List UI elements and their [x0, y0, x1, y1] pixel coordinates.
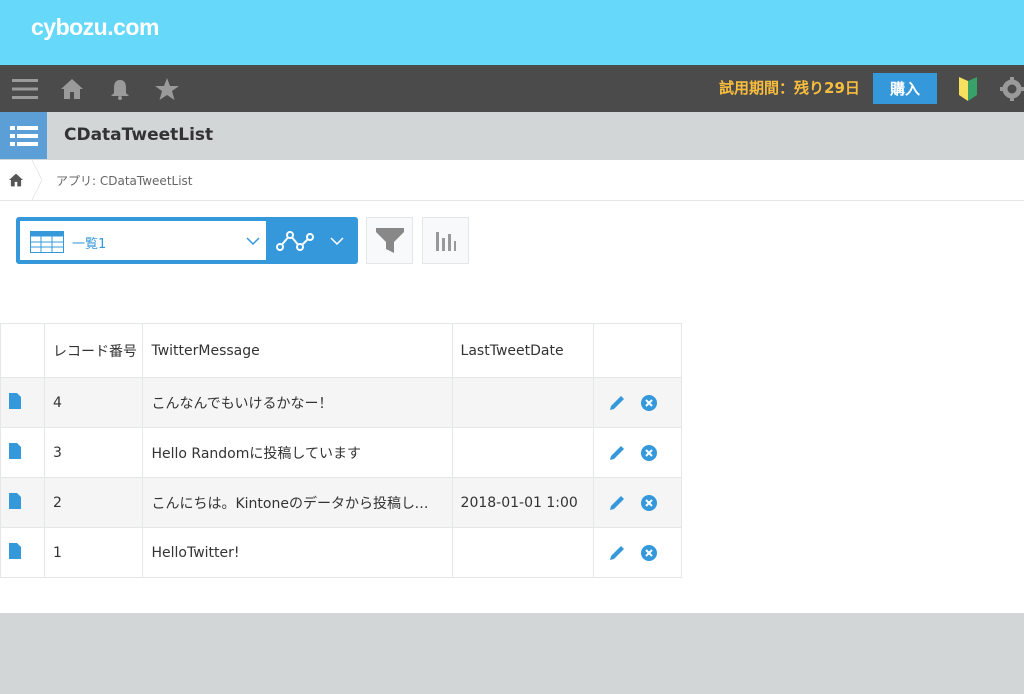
table-row: 4 こんなんでもいけるかなー！ — [0, 377, 683, 428]
message-cell: HelloTwitter! — [142, 527, 453, 578]
message-text: こんなんでもいけるかなー！ — [151, 395, 333, 412]
home-icon[interactable] — [8, 172, 26, 190]
view-selector[interactable]: 一覧1 — [16, 217, 266, 264]
delete-icon[interactable] — [640, 544, 658, 562]
breadcrumb-app-link[interactable]: アプリ: CDataTweetList — [56, 172, 193, 189]
star-icon[interactable] — [153, 65, 181, 112]
date-cell — [451, 527, 594, 578]
message-text: Hello Randomに投稿しています — [151, 445, 361, 462]
record-number-cell: 3 — [44, 427, 144, 478]
buy-button[interactable]: 購入 — [873, 73, 937, 104]
delete-icon[interactable] — [640, 444, 658, 462]
trial-period-text: 試用期間：残り29日 — [719, 79, 860, 97]
home-icon[interactable] — [58, 65, 86, 112]
edit-pencil-icon[interactable] — [608, 394, 626, 412]
message-cell: こんなんでもいけるかなー！ — [142, 377, 453, 428]
graph-menu-button[interactable] — [266, 217, 358, 264]
header-cell — [592, 323, 683, 378]
record-number-cell: 2 — [44, 477, 144, 528]
brand-bar: cybozu.com — [0, 0, 1024, 65]
message-cell: Hello Randomに投稿しています — [142, 427, 453, 478]
message-text: こんにちは。Kintoneのデータから投稿しています — [151, 495, 436, 512]
header-twitter-message[interactable]: TwitterMessage — [142, 323, 453, 378]
table-view-icon — [30, 231, 64, 253]
delete-icon[interactable] — [640, 494, 658, 512]
table-header-row: レコード番号 TwitterMessage LastTweetDate — [0, 323, 683, 378]
date-cell — [451, 427, 594, 478]
breadcrumb-separator — [31, 160, 43, 200]
line-graph-icon — [276, 231, 314, 251]
header-last-tweet-date[interactable]: LastTweetDate — [451, 323, 594, 378]
message-cell: こんにちは。Kintoneのデータから投稿しています — [142, 477, 453, 528]
main-content: アプリ: CDataTweetList 一覧1 レコード番号 TwitterMe… — [0, 160, 1024, 613]
record-detail-icon[interactable] — [9, 492, 21, 509]
header-cell — [0, 323, 46, 378]
chevron-down-icon — [330, 237, 344, 245]
menu-icon[interactable] — [10, 65, 40, 112]
record-detail-icon[interactable] — [9, 392, 21, 409]
app-title: CDataTweetList — [64, 125, 214, 145]
record-number-cell: 1 — [44, 527, 144, 578]
app-list-icon[interactable] — [0, 112, 47, 159]
funnel-icon — [375, 227, 404, 253]
nav-bar: 試用期間：残り29日 購入 — [0, 65, 1024, 112]
record-detail-icon[interactable] — [9, 542, 21, 559]
edit-pencil-icon[interactable] — [608, 494, 626, 512]
message-text: HelloTwitter! — [151, 544, 240, 561]
breadcrumb: アプリ: CDataTweetList — [0, 160, 1024, 201]
bell-icon[interactable] — [106, 65, 134, 112]
graph-button[interactable] — [422, 217, 469, 264]
date-cell: 2018-01-01 1:00 — [451, 477, 594, 528]
edit-pencil-icon[interactable] — [608, 444, 626, 462]
header-record-number[interactable]: レコード番号 — [44, 323, 144, 378]
table-row: 3 Hello Randomに投稿しています — [0, 427, 683, 478]
record-table: レコード番号 TwitterMessage LastTweetDate 4 こん… — [0, 323, 683, 578]
view-label: 一覧1 — [72, 237, 107, 252]
beginner-mark-icon[interactable] — [956, 65, 980, 112]
gear-icon[interactable] — [1000, 65, 1024, 112]
bar-chart-icon — [435, 231, 456, 251]
record-detail-icon[interactable] — [9, 442, 21, 459]
record-number-cell: 4 — [44, 377, 144, 428]
filter-button[interactable] — [366, 217, 413, 264]
view-selector-field: 一覧1 — [20, 221, 266, 260]
app-header: CDataTweetList — [0, 112, 1024, 160]
table-row: 2 こんにちは。Kintoneのデータから投稿しています 2018-01-01 … — [0, 477, 683, 528]
brand-logo[interactable]: cybozu.com — [31, 14, 159, 41]
edit-pencil-icon[interactable] — [608, 544, 626, 562]
chevron-down-icon — [246, 237, 260, 245]
table-row: 1 HelloTwitter! — [0, 527, 683, 578]
delete-icon[interactable] — [640, 394, 658, 412]
date-cell — [451, 377, 594, 428]
